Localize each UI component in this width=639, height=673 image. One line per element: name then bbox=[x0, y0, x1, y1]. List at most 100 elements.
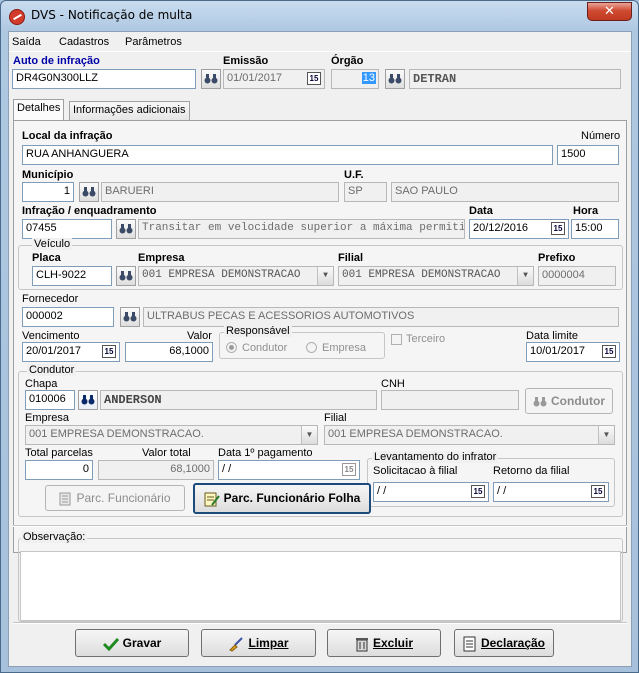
levantamento-group-title: Levantamento do infrator bbox=[372, 451, 499, 463]
calendar-icon[interactable]: 15 bbox=[471, 485, 485, 498]
condutor-empresa-value: 001 EMPRESA DEMONSTRACAO. bbox=[29, 428, 204, 440]
data-pagamento-input[interactable]: / / 15 bbox=[218, 460, 360, 480]
solicitacao-input[interactable]: / / 15 bbox=[373, 482, 489, 502]
gravar-button[interactable]: Gravar bbox=[75, 629, 189, 657]
parc-funcionario-folha-button[interactable]: Parc. Funcionário Folha bbox=[193, 483, 371, 514]
veiculo-group-title: Veículo bbox=[32, 238, 73, 250]
infracao-search-button[interactable] bbox=[116, 219, 136, 239]
emissao-input[interactable]: 01/01/2017 15 bbox=[223, 69, 325, 89]
calendar-icon[interactable]: 15 bbox=[342, 463, 356, 476]
condutor-radio-label: Condutor bbox=[242, 342, 288, 354]
checkmark-icon bbox=[102, 637, 119, 651]
local-input[interactable]: RUA ANHANGUERA bbox=[22, 145, 553, 165]
data-input[interactable]: 20/12/2016 15 bbox=[469, 219, 569, 239]
data-limite-label: Data limite bbox=[526, 330, 578, 342]
empresa-radio[interactable] bbox=[306, 342, 317, 353]
condutor-empresa-select[interactable]: 001 EMPRESA DEMONSTRACAO. ▼ bbox=[25, 425, 318, 445]
data-label: Data bbox=[469, 205, 493, 217]
calendar-icon[interactable]: 15 bbox=[307, 72, 321, 85]
condutor-group-title: Condutor bbox=[27, 364, 77, 376]
prefixo-field: 0000004 bbox=[538, 266, 616, 286]
emissao-value: 01/01/2017 bbox=[227, 72, 283, 84]
terceiro-checkbox[interactable] bbox=[391, 334, 402, 345]
app-logo-icon bbox=[9, 9, 25, 25]
tab-informacoes-adicionais[interactable]: Informações adicionais bbox=[69, 101, 190, 120]
chapa-name-field: ANDERSON bbox=[100, 390, 377, 410]
terceiro-label: Terceiro bbox=[406, 333, 446, 345]
chevron-down-icon[interactable]: ▼ bbox=[317, 267, 333, 285]
veiculo-filial-value: 001 EMPRESA DEMONSTRACAO bbox=[342, 269, 501, 281]
tab-detalhes[interactable]: Detalhes bbox=[13, 99, 65, 120]
orgao-code-input[interactable]: 13 bbox=[331, 69, 379, 89]
municipio-name-field: BARUERI bbox=[101, 182, 339, 202]
auto-search-button[interactable] bbox=[201, 69, 221, 89]
total-parcelas-label: Total parcelas bbox=[25, 447, 93, 459]
data-value: 20/12/2016 bbox=[473, 222, 529, 234]
placa-input[interactable]: CLH-9022 bbox=[32, 266, 112, 286]
prefixo-label: Prefixo bbox=[538, 252, 576, 264]
window-title: DVS - Notificação de multa bbox=[31, 8, 193, 22]
valor-input[interactable]: 68,1000 bbox=[125, 342, 213, 362]
excluir-button[interactable]: Excluir bbox=[327, 629, 441, 657]
condutor-button[interactable]: Condutor bbox=[525, 388, 613, 414]
orgao-search-button[interactable] bbox=[385, 69, 405, 89]
document-edit-icon bbox=[204, 492, 220, 507]
gravar-label: Gravar bbox=[122, 636, 162, 650]
binoculars-icon bbox=[119, 224, 133, 234]
veiculo-empresa-label: Empresa bbox=[138, 252, 185, 264]
menu-saida[interactable]: Saída bbox=[12, 36, 41, 48]
auto-infracao-label: Auto de infração bbox=[13, 55, 100, 67]
observacao-textarea[interactable] bbox=[20, 551, 621, 621]
vencimento-input[interactable]: 20/01/2017 15 bbox=[22, 342, 120, 362]
fornecedor-search-button[interactable] bbox=[120, 307, 140, 327]
client-area: Saída Cadastros Parâmetros Auto de infra… bbox=[8, 31, 632, 667]
municipio-search-button[interactable] bbox=[79, 182, 99, 202]
chevron-down-icon[interactable]: ▼ bbox=[301, 426, 317, 444]
limpar-button[interactable]: Limpar bbox=[201, 629, 316, 657]
data-limite-input[interactable]: 10/01/2017 15 bbox=[526, 342, 620, 362]
condutor-radio[interactable] bbox=[226, 342, 237, 353]
responsavel-group-title: Responsável bbox=[224, 325, 292, 337]
parc-funcionario-button[interactable]: Parc. Funcionário bbox=[45, 485, 185, 511]
orgao-name-field: DETRAN bbox=[409, 69, 621, 89]
condutor-filial-label: Filial bbox=[324, 412, 347, 424]
divider bbox=[13, 622, 627, 624]
chapa-input[interactable]: 010006 bbox=[25, 390, 75, 410]
calendar-icon[interactable]: 15 bbox=[591, 485, 605, 498]
auto-infracao-input[interactable]: DR4G0N300LLZ bbox=[12, 69, 196, 89]
chevron-down-icon[interactable]: ▼ bbox=[517, 267, 533, 285]
fornecedor-code-input[interactable]: 000002 bbox=[22, 307, 114, 327]
calendar-icon[interactable]: 15 bbox=[102, 345, 116, 358]
close-button[interactable]: ✕ bbox=[587, 2, 632, 21]
binoculars-icon bbox=[81, 395, 95, 405]
veiculo-empresa-value: 001 EMPRESA DEMONSTRACAO bbox=[142, 269, 301, 281]
title-bar: DVS - Notificação de multa ✕ bbox=[1, 1, 638, 31]
infracao-code-input[interactable]: 07455 bbox=[22, 219, 112, 239]
retorno-input[interactable]: / / 15 bbox=[493, 482, 609, 502]
menu-cadastros[interactable]: Cadastros bbox=[59, 36, 109, 48]
municipio-code-input[interactable]: 1 bbox=[22, 182, 74, 202]
data-pagamento-label: Data 1º pagamento bbox=[218, 447, 313, 459]
chevron-down-icon[interactable]: ▼ bbox=[598, 426, 614, 444]
placa-search-button[interactable] bbox=[116, 266, 136, 286]
emissao-label: Emissão bbox=[223, 55, 269, 67]
hora-label: Hora bbox=[573, 205, 599, 217]
veiculo-empresa-select[interactable]: 001 EMPRESA DEMONSTRACAO ▼ bbox=[138, 266, 334, 286]
total-parcelas-input[interactable]: 0 bbox=[25, 460, 93, 480]
binoculars-icon bbox=[204, 74, 218, 84]
uf-label: U.F. bbox=[344, 169, 364, 181]
veiculo-filial-select[interactable]: 001 EMPRESA DEMONSTRACAO ▼ bbox=[338, 266, 534, 286]
calendar-icon[interactable]: 15 bbox=[551, 222, 565, 235]
veiculo-filial-label: Filial bbox=[338, 252, 364, 264]
numero-input[interactable]: 1500 bbox=[557, 145, 619, 165]
calendar-icon[interactable]: 15 bbox=[602, 345, 616, 358]
parc-funcionario-label: Parc. Funcionário bbox=[76, 491, 171, 505]
declaracao-button[interactable]: Declaração bbox=[454, 629, 554, 657]
vencimento-label: Vencimento bbox=[22, 330, 80, 342]
condutor-button-label: Condutor bbox=[551, 394, 605, 408]
condutor-filial-select[interactable]: 001 EMPRESA DEMONSTRACAO. ▼ bbox=[324, 425, 615, 445]
chapa-search-button[interactable] bbox=[78, 390, 98, 410]
hora-input[interactable]: 15:00 bbox=[571, 219, 619, 239]
infracao-description-field: Transitar em velocidade superior a máxim… bbox=[138, 219, 465, 239]
menu-parametros[interactable]: Parâmetros bbox=[125, 36, 182, 48]
